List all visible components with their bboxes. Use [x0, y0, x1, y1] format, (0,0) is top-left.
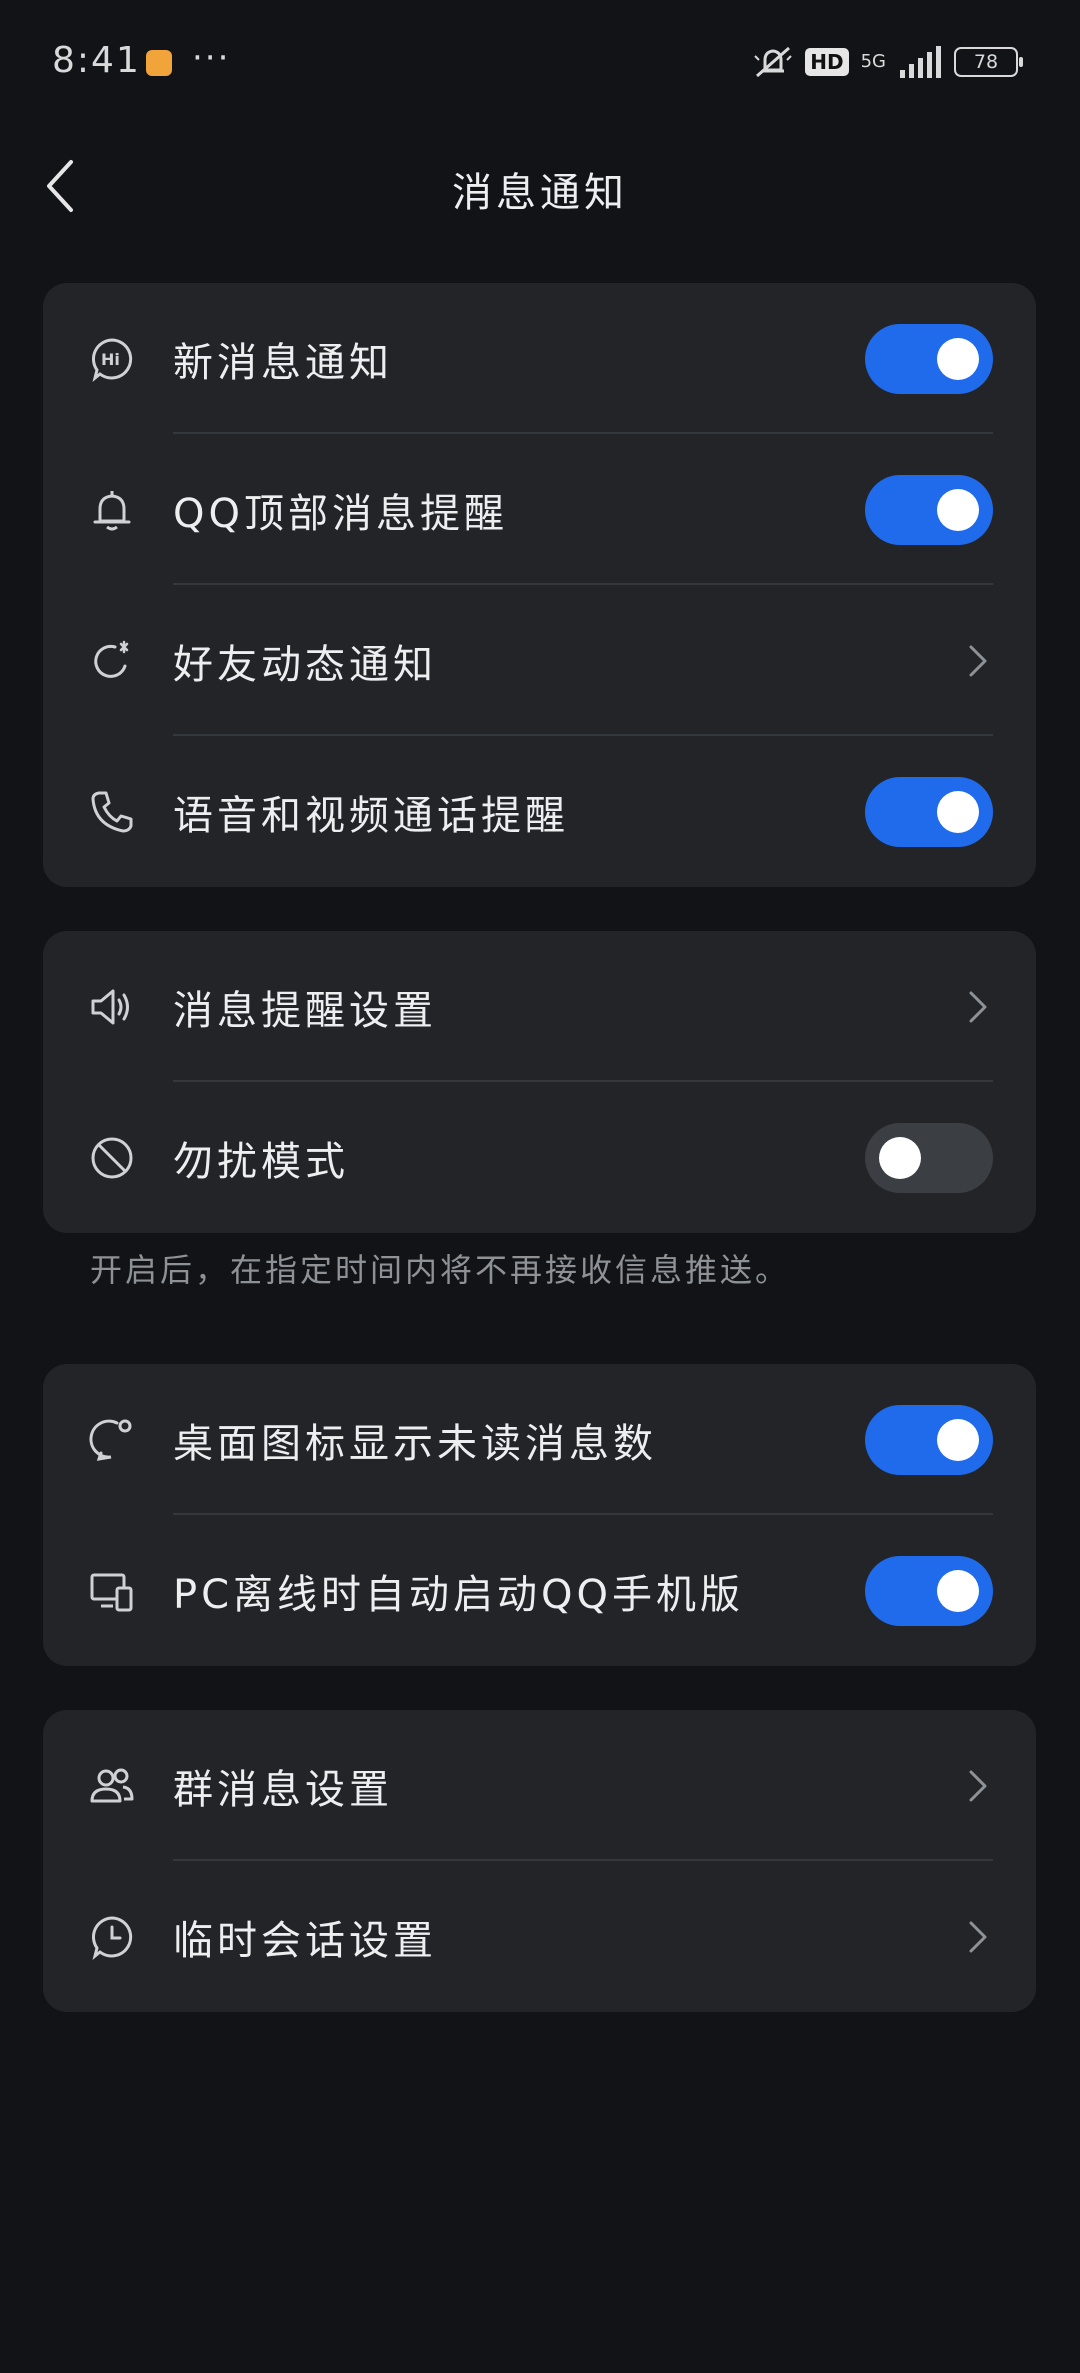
unread-badge-toggle[interactable]	[865, 1404, 993, 1475]
row-label: PC离线时自动启动QQ手机版	[173, 1571, 745, 1618]
chevron-right-icon	[969, 1770, 987, 1801]
page-title: 消息通知	[452, 170, 628, 216]
row-pc-offline-auto-start[interactable]: PC离线时自动启动QQ手机版	[43, 1515, 1036, 1666]
row-label: 勿扰模式	[173, 1138, 349, 1185]
toggle-knob	[937, 488, 979, 531]
app-notification-icon	[146, 50, 172, 76]
row-do-not-disturb[interactable]: 勿扰模式	[43, 1082, 1036, 1233]
devices-icon	[90, 1573, 133, 1611]
row-qq-top-alert[interactable]: QQ顶部消息提醒	[43, 434, 1036, 585]
call-alert-toggle[interactable]	[865, 776, 993, 847]
new-message-toggle[interactable]	[865, 323, 993, 394]
do-not-disturb-toggle[interactable]	[865, 1122, 993, 1193]
phone-icon	[91, 791, 133, 832]
header: 消息通知	[0, 130, 1080, 250]
svg-text:Hi: Hi	[101, 350, 120, 369]
row-label: 语音和视频通话提醒	[173, 792, 569, 839]
mute-bell-icon	[754, 46, 792, 78]
refresh-star-icon	[94, 640, 129, 678]
row-voice-video-call-alert[interactable]: 语音和视频通话提醒	[43, 736, 1036, 887]
card-chat-settings: 群消息设置 临时会话设置	[43, 1710, 1036, 2012]
status-time: 8:41	[52, 40, 141, 81]
row-desktop-unread-badge[interactable]: 桌面图标显示未读消息数	[43, 1364, 1036, 1515]
chevron-right-icon	[969, 991, 987, 1022]
row-friend-activity[interactable]: 好友动态通知	[43, 585, 1036, 736]
speaker-icon	[91, 989, 129, 1024]
signal-icon	[900, 46, 941, 78]
dnd-hint-text: 开启后，在指定时间内将不再接收信息推送。	[90, 1251, 791, 1289]
toggle-knob	[937, 1569, 979, 1612]
toggle-knob	[937, 1418, 979, 1461]
hi-bubble-icon: Hi	[92, 337, 133, 382]
card-notifications: Hi 新消息通知 QQ顶部消息提醒 好友动态通知 语音和视频通话提醒	[43, 283, 1036, 887]
hd-badge: HD	[805, 48, 849, 76]
group-icon	[90, 1768, 134, 1802]
qq-top-alert-toggle[interactable]	[865, 474, 993, 545]
row-message-alert-settings[interactable]: 消息提醒设置	[43, 931, 1036, 1082]
toggle-knob	[879, 1136, 921, 1179]
row-label: 新消息通知	[173, 339, 393, 386]
row-label: 好友动态通知	[173, 641, 437, 688]
row-label: 消息提醒设置	[173, 987, 437, 1034]
status-indicators: HD 5G 78	[753, 44, 1023, 80]
prohibited-icon	[91, 1137, 133, 1178]
card-alert-settings: 消息提醒设置 勿扰模式	[43, 931, 1036, 1233]
network-type: 5G	[860, 51, 886, 72]
chevron-right-icon	[969, 645, 987, 676]
toggle-knob	[937, 337, 979, 380]
row-label: 群消息设置	[173, 1766, 393, 1813]
badge-bubble-icon	[89, 1419, 132, 1461]
chevron-right-icon	[969, 1921, 987, 1952]
toggle-knob	[937, 790, 979, 833]
card-badge-settings: 桌面图标显示未读消息数 PC离线时自动启动QQ手机版	[43, 1364, 1036, 1666]
row-new-message-notify[interactable]: Hi 新消息通知	[43, 283, 1036, 434]
bell-icon	[93, 490, 131, 530]
row-label: 桌面图标显示未读消息数	[173, 1420, 657, 1467]
clock-bubble-icon	[92, 1915, 133, 1960]
row-group-message-settings[interactable]: 群消息设置	[43, 1710, 1036, 1861]
row-label: QQ顶部消息提醒	[173, 490, 508, 537]
battery-indicator: 78	[954, 47, 1023, 77]
status-bar: 8:41 ··· HD 5G 78	[0, 0, 1080, 130]
pc-offline-toggle[interactable]	[865, 1555, 993, 1626]
row-temp-chat-settings[interactable]: 临时会话设置	[43, 1861, 1036, 2012]
row-label: 临时会话设置	[173, 1917, 437, 1964]
more-notifications-icon: ···	[192, 38, 231, 78]
